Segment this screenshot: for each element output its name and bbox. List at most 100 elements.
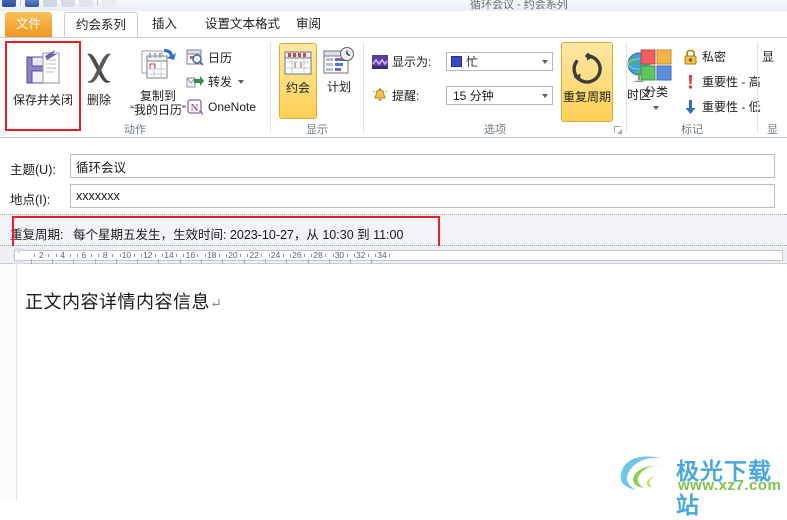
recurrence-summary-label: 重复周期: <box>10 228 64 242</box>
low-importance-button[interactable]: 重要性 - 低 <box>683 98 761 115</box>
ruler-tick <box>303 254 305 257</box>
qat-separator-2 <box>97 0 98 6</box>
watermark: 极光下载站 www.xz7.com <box>612 450 784 519</box>
ruler-tick <box>375 254 377 257</box>
customize-qat-icon[interactable] <box>102 0 116 7</box>
tab-appointment-series[interactable]: 约会系列 <box>64 12 139 38</box>
low-importance-icon <box>685 99 696 114</box>
appointment-button[interactable]: 约会 <box>279 43 317 119</box>
ribbon-group-tags: 分类 私密 重要性 - 高 重要性 - 低 标记 <box>627 38 761 138</box>
recurrence-summary-value: 每个星期五发生，生效时间: 2023-10-27，从 10:30 到 11:00 <box>73 228 404 242</box>
chevron-down-icon[interactable] <box>653 106 659 110</box>
ruler-tick-label: 12 <box>143 250 153 260</box>
recurrence-label: 重复周期 <box>562 90 611 104</box>
show-as-label: 显示为: <box>392 55 432 69</box>
high-importance-button[interactable]: 重要性 - 高 <box>683 73 761 90</box>
forward-button[interactable]: 转发 <box>186 73 245 90</box>
ruler-tick <box>353 254 355 257</box>
ribbon-group-actions: 保存并关闭 删除 复制到 “我的日历” 日历 转发 N OneNote 动作 <box>0 38 270 138</box>
ruler-tick <box>119 254 121 257</box>
high-importance-icon <box>688 74 693 89</box>
ruler-tick-label: 8 <box>102 250 108 260</box>
recurrence-button[interactable]: 重复周期 <box>561 42 613 122</box>
scheduling-button[interactable]: 计划 <box>319 43 359 119</box>
first-line-indent-marker[interactable] <box>14 248 24 254</box>
options-dialog-launcher[interactable] <box>614 126 623 135</box>
subject-input[interactable] <box>70 154 775 178</box>
categorize-button[interactable]: 分类 <box>633 44 679 124</box>
chevron-down-icon[interactable] <box>542 60 548 64</box>
ribbon: 保存并关闭 删除 复制到 “我的日历” 日历 转发 N OneNote 动作 约… <box>0 37 787 138</box>
ruler-tick <box>389 254 391 257</box>
ruler-tick-label: 22 <box>249 250 259 260</box>
body-text[interactable]: 正文内容详情内容信息↵ <box>25 288 222 314</box>
ruler-tick <box>261 254 263 257</box>
reminder-combobox[interactable]: 15 分钟 <box>446 86 553 105</box>
delete-button[interactable]: 删除 <box>78 44 120 124</box>
chevron-down-icon[interactable] <box>542 94 548 98</box>
show-as-combobox[interactable]: 忙 <box>446 52 553 71</box>
appointment-label: 约会 <box>285 81 310 95</box>
categorize-label: 分类 <box>643 85 668 99</box>
ruler-tick-label: 24 <box>270 250 281 260</box>
lock-icon <box>684 49 697 64</box>
ruler-tick-label: 32 <box>356 250 366 260</box>
save-and-close-label: 保存并关闭 <box>12 93 73 107</box>
previous-item-icon[interactable] <box>25 0 39 7</box>
location-input[interactable] <box>70 184 775 208</box>
tab-review[interactable]: 审阅 <box>285 12 332 38</box>
save-and-close-button[interactable]: 保存并关闭 <box>10 44 76 124</box>
ruler-tick <box>282 254 284 257</box>
forward-label: 转发 <box>208 75 233 89</box>
reminder-value: 15 分钟 <box>453 89 494 103</box>
copy-to-my-calendar-label-line1: 复制到 <box>139 89 176 103</box>
ribbon-group-zoom-cutoff: 显 显 <box>758 38 787 138</box>
appointment-form: 主题(U): 地点(I): <box>0 138 787 214</box>
high-importance-label: 重要性 - 高 <box>702 75 761 89</box>
copy-to-my-calendar-button[interactable]: 复制到 “我的日历” <box>122 44 194 128</box>
calendar-button[interactable]: 日历 <box>186 48 232 66</box>
group-label-zoom-cutoff: 显 <box>767 124 778 136</box>
tab-file[interactable]: 文件 <box>5 12 53 38</box>
ruler-tick-label: 18 <box>206 250 217 260</box>
undo-icon[interactable] <box>43 0 57 7</box>
ruler-tick <box>346 254 348 257</box>
ruler-tick <box>162 254 164 257</box>
private-button[interactable]: 私密 <box>683 48 726 65</box>
ruler-tick <box>48 254 50 257</box>
tab-format-text[interactable]: 设置文本格式 <box>194 12 291 38</box>
save-icon[interactable] <box>2 0 16 7</box>
ribbon-tab-strip: 文件 约会系列 插入 设置文本格式 审阅 <box>0 11 787 38</box>
ruler-tick-label: 6 <box>81 250 87 260</box>
quick-access-toolbar[interactable] <box>2 0 116 7</box>
svg-text:N: N <box>191 102 199 114</box>
ruler-tick <box>140 254 142 257</box>
calendar-search-icon <box>186 49 204 66</box>
onenote-button[interactable]: N OneNote <box>186 98 256 116</box>
subject-row: 主题(U): <box>0 152 787 182</box>
paragraph-mark: ↵ <box>210 296 223 312</box>
recurrence-summary-row: 重复周期: 每个星期五发生，生效时间: 2023-10-27，从 10:30 到… <box>0 214 787 246</box>
qat-separator <box>20 0 21 6</box>
zoom-button-cutoff[interactable]: 显 <box>762 48 774 65</box>
jiguang-logo-icon <box>620 456 664 490</box>
group-label-actions: 动作 <box>124 124 146 136</box>
location-label: 地点(I): <box>10 193 51 207</box>
save-and-close-icon <box>26 50 60 84</box>
next-item-icon[interactable] <box>79 0 93 7</box>
ruler-tick <box>332 254 334 257</box>
redo-icon[interactable] <box>61 0 75 7</box>
horizontal-ruler[interactable]: 2 4 6 8 10 12 14 16 18 20 22 24 26 28 30 32 34 <box>0 246 787 264</box>
reminder-bell-icon <box>372 88 388 101</box>
reminder-row: 提醒: <box>372 87 419 104</box>
tab-insert[interactable]: 插入 <box>141 12 188 38</box>
ruler-tick <box>311 254 313 257</box>
ruler-tick <box>197 254 199 257</box>
delete-label: 删除 <box>86 93 111 107</box>
onenote-label: OneNote <box>208 100 257 114</box>
chevron-down-icon[interactable] <box>238 79 245 84</box>
window-title: 循环会议 - 约会系列 <box>470 0 568 11</box>
watermark-url: www.xz7.com <box>678 477 782 494</box>
ribbon-group-options: 显示为: 忙 提醒: 15 分钟 重复周期 时区 选项 <box>364 38 651 138</box>
delete-x-icon <box>87 53 111 83</box>
